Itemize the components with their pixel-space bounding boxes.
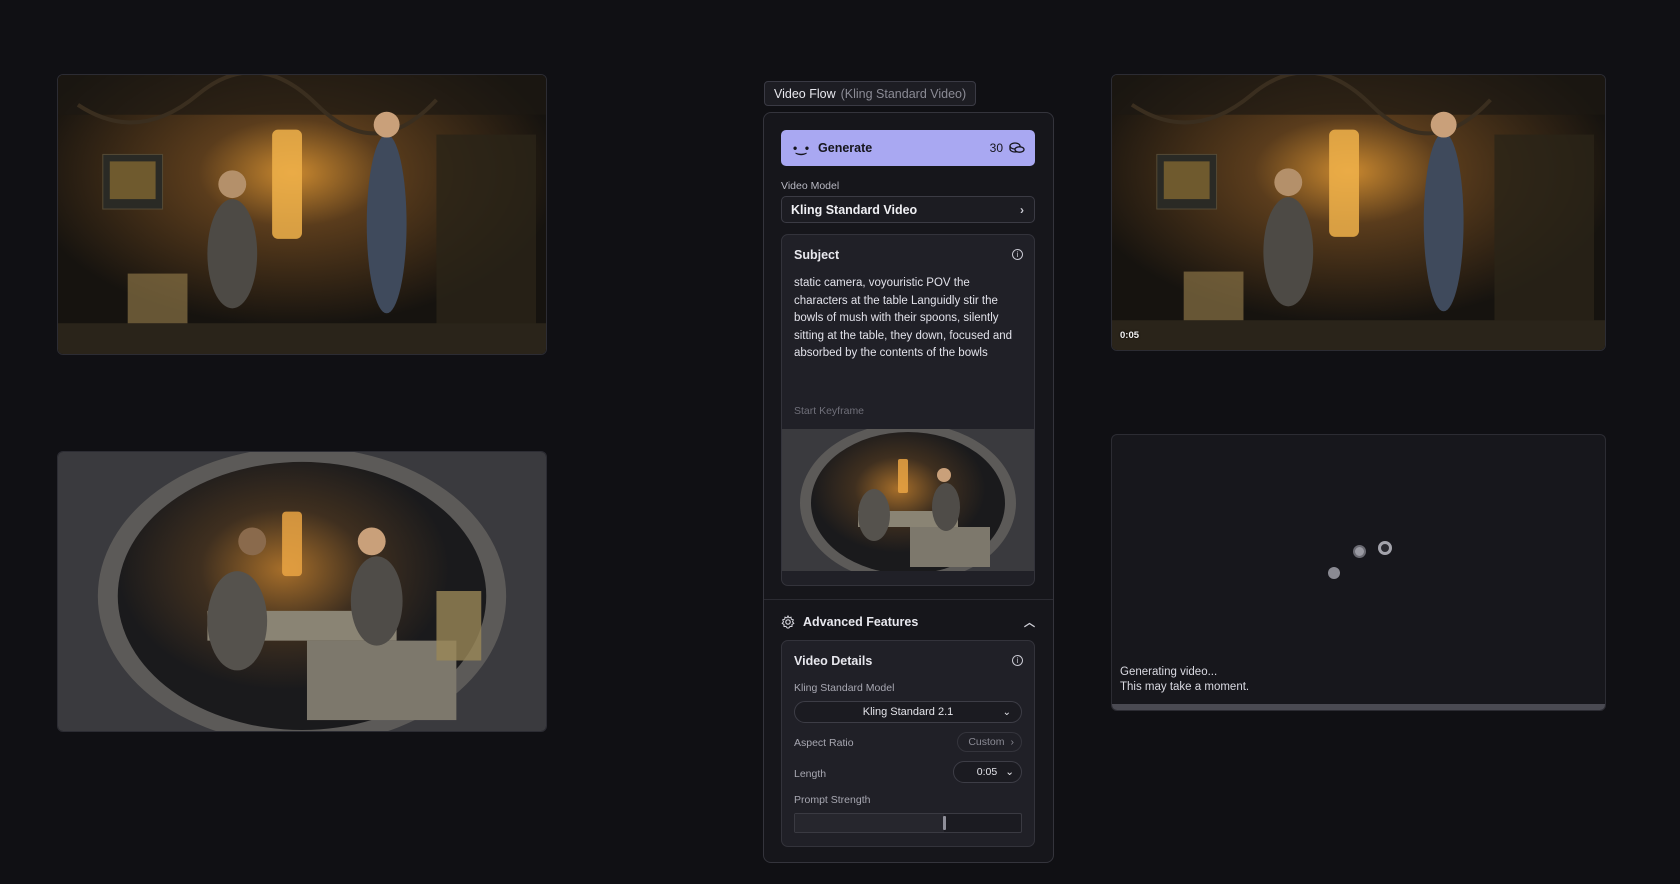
generating-status-line2: This may take a moment. — [1120, 681, 1250, 693]
loading-dot — [1353, 545, 1366, 558]
gear-icon — [781, 615, 795, 629]
video-model-label: Video Model — [781, 180, 840, 192]
video-flow-node: •‿• Generate 30 Video Model Kling Standa… — [763, 112, 1054, 863]
aspect-ratio-button[interactable]: Custom › — [957, 732, 1022, 752]
chevron-up-icon: ︿ — [1024, 617, 1035, 629]
info-icon[interactable]: i — [1012, 249, 1023, 260]
loading-dot — [1378, 541, 1392, 555]
scene-image-2[interactable] — [57, 451, 547, 732]
flow-title: Video Flow — [774, 86, 836, 101]
coins-icon — [1009, 142, 1025, 153]
kling-model-value: Kling Standard 2.1 — [862, 706, 954, 718]
divider — [764, 599, 1053, 600]
advanced-features-toggle[interactable]: Advanced Features ︿ — [781, 610, 1035, 634]
subject-card: Subject i static camera, voyouristic POV… — [781, 234, 1035, 586]
generate-button[interactable]: •‿• Generate 30 — [781, 130, 1035, 166]
slider-fill — [795, 814, 945, 832]
prompt-strength-label: Prompt Strength — [794, 794, 871, 806]
video-details-title: Video Details — [794, 654, 873, 668]
generating-status-line1: Generating video... — [1120, 666, 1218, 678]
chevron-right-icon: › — [1010, 736, 1015, 748]
flow-subtitle: (Kling Standard Video) — [840, 86, 967, 101]
length-value: 0:05 — [976, 766, 998, 778]
kling-model-select[interactable]: Kling Standard 2.1 ⌄ — [794, 701, 1022, 723]
scene-image-1[interactable] — [57, 74, 547, 355]
info-icon[interactable]: i — [1012, 655, 1023, 666]
generating-video-card: Generating video... This may take a mome… — [1111, 434, 1606, 711]
chevron-right-icon: › — [1020, 202, 1024, 217]
progress-bar — [1112, 704, 1605, 710]
generating-status: Generating video... This may take a mome… — [1120, 665, 1249, 695]
start-keyframe-thumbnail[interactable] — [782, 429, 1034, 571]
video-details-card: Video Details i Kling Standard Model Kli… — [781, 640, 1035, 847]
start-keyframe-label: Start Keyframe — [794, 405, 865, 417]
generate-label: Generate — [818, 141, 873, 155]
length-select[interactable]: 0:05 ⌄ — [953, 761, 1022, 783]
subject-title: Subject — [794, 248, 840, 262]
duration-badge: 0:05 — [1120, 330, 1140, 341]
video-model-value: Kling Standard Video — [791, 202, 918, 217]
aspect-ratio-value: Custom — [968, 736, 1005, 748]
loading-dot — [1328, 567, 1340, 579]
sparkle-face-icon: •‿• — [793, 141, 809, 155]
output-video[interactable] — [1111, 74, 1606, 351]
chevron-down-icon: ⌄ — [1002, 706, 1011, 718]
flow-label: Video Flow (Kling Standard Video) — [764, 81, 977, 106]
length-label: Length — [794, 768, 827, 780]
generate-cost: 30 — [989, 141, 1003, 155]
prompt-strength-slider[interactable] — [794, 813, 1022, 833]
subject-prompt-text[interactable]: static camera, voyouristic POV the chara… — [794, 275, 1022, 363]
advanced-features-label: Advanced Features — [803, 615, 919, 629]
kling-model-label: Kling Standard Model — [794, 682, 895, 694]
chevron-down-icon: ⌄ — [1005, 766, 1014, 778]
aspect-ratio-label: Aspect Ratio — [794, 737, 854, 749]
slider-thumb[interactable] — [943, 816, 947, 830]
video-model-select[interactable]: Kling Standard Video › — [781, 196, 1035, 223]
